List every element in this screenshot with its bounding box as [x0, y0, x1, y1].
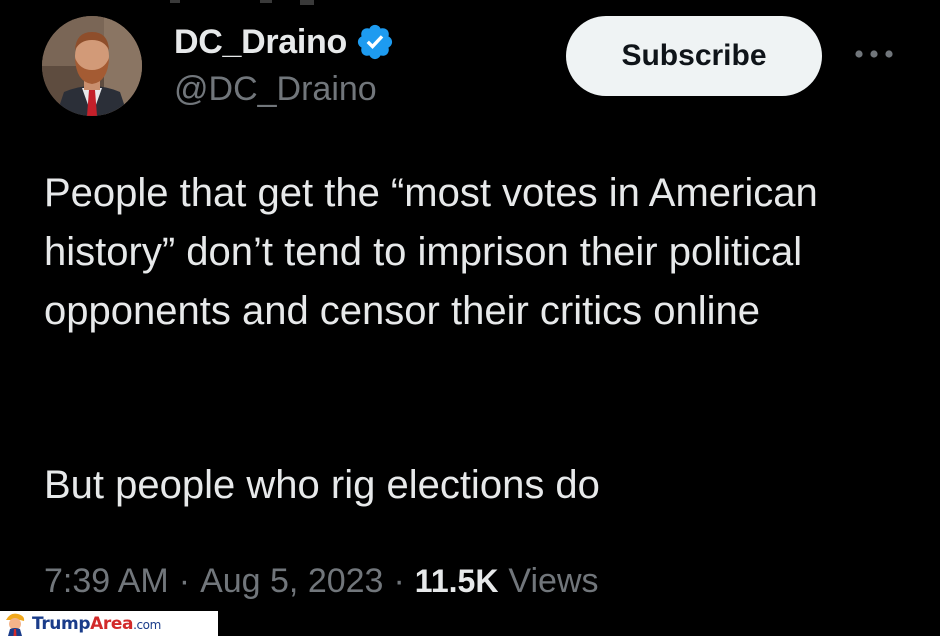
tweet-text-paragraph-2: But people who rig elections do [44, 463, 600, 507]
author-handle[interactable]: @DC_Draino [174, 70, 377, 109]
subscribe-button[interactable]: Subscribe [566, 16, 822, 96]
tweet-meta: 7:39 AM · Aug 5, 2023 · 11.5K Views [44, 556, 599, 606]
more-horizontal-icon[interactable] [852, 44, 896, 64]
trump-caricature-icon [6, 613, 25, 636]
avatar[interactable] [42, 16, 142, 116]
cut-off-text-fragment [170, 0, 314, 5]
meta-separator: · [178, 561, 191, 600]
tweet-screenshot: DC_Draino @DC_Draino Subscribe People th… [0, 0, 940, 636]
avatar-photo [42, 16, 142, 116]
tweet-text-paragraph-1: People that get the “most votes in Ameri… [44, 171, 829, 333]
views-label[interactable]: Views [508, 562, 598, 601]
author-name-row: DC_Draino [174, 20, 395, 64]
watermark-brand-1: Trump [32, 613, 91, 634]
watermark-text: TrumpArea.com [32, 614, 161, 634]
meta-separator: · [393, 561, 405, 600]
watermark-logo: TrumpArea.com [0, 611, 218, 636]
watermark-brand-2: Area [90, 613, 134, 634]
verified-badge-icon [357, 24, 393, 60]
tweet-time[interactable]: 7:39 AM [44, 562, 169, 601]
tweet-date[interactable]: Aug 5, 2023 [200, 562, 383, 601]
views-count[interactable]: 11.5K [415, 563, 499, 600]
author-display-name[interactable]: DC_Draino [174, 23, 347, 62]
watermark-domain: .com [133, 617, 161, 632]
